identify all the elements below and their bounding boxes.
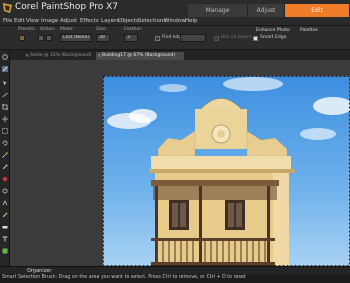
tool-options-bar: Presets: Action: Mode: Last (None) Size:… xyxy=(0,26,350,50)
status-bar: Smart Selection Brush: Drag on the area … xyxy=(0,274,350,283)
presets-label: Presets: xyxy=(18,27,36,32)
app-title: Corel PaintShop Pro X7 xyxy=(15,2,118,12)
menu-selections[interactable]: Selections xyxy=(138,17,166,26)
building-photo[interactable] xyxy=(103,76,350,266)
move-tool-icon[interactable] xyxy=(2,116,8,122)
shape-tool-icon[interactable] xyxy=(2,248,8,254)
text-tool-icon[interactable] xyxy=(2,236,8,242)
tab-manage[interactable]: Manage xyxy=(188,4,248,17)
menu-layers[interactable]: Layers xyxy=(101,17,119,26)
title-bar: Corel PaintShop Pro X7 Manage Adjust Edi… xyxy=(0,0,350,17)
action-remove-icon[interactable] xyxy=(46,35,52,41)
image-canvas[interactable] xyxy=(103,76,350,266)
doc-tab-building[interactable]: × Building17 @ 67% (Background) xyxy=(96,52,184,60)
corel-logo-icon xyxy=(3,3,12,13)
magic-wand-icon[interactable] xyxy=(2,152,8,158)
tab-adjust[interactable]: Adjust xyxy=(248,4,285,17)
crop-tool-icon[interactable] xyxy=(2,104,8,110)
freehand-selection-icon[interactable] xyxy=(2,140,8,146)
smart-edge-label: Smart Edge xyxy=(260,35,287,40)
menu-file[interactable]: File xyxy=(3,17,12,26)
presets-icon[interactable] xyxy=(19,35,25,41)
selection-tool-icon[interactable] xyxy=(2,128,8,134)
pick-tool-icon[interactable] xyxy=(2,80,8,86)
tools-toolbar xyxy=(0,50,10,266)
find-edge-checkbox[interactable] xyxy=(155,36,160,41)
size-field[interactable]: 30 xyxy=(96,34,110,42)
edge-mode-select[interactable] xyxy=(180,34,206,42)
paint-brush-icon[interactable] xyxy=(2,212,8,218)
tab-close-icon[interactable]: × xyxy=(97,52,101,60)
feather-label: Feather: xyxy=(124,27,143,32)
palettes-menu[interactable]: Palettes xyxy=(300,28,318,33)
feather-field[interactable]: 3 xyxy=(124,34,138,42)
action-label: Action: xyxy=(40,27,56,32)
tab-close-icon[interactable]: × xyxy=(25,52,29,60)
action-add-icon[interactable] xyxy=(38,35,44,41)
makeover-tool-icon[interactable] xyxy=(2,188,8,194)
red-eye-tool-icon[interactable] xyxy=(2,176,8,182)
tab-edit[interactable]: Edit xyxy=(285,4,350,17)
image-workspace xyxy=(10,60,350,266)
eraser-tool-icon[interactable] xyxy=(2,224,8,230)
enhance-photo-menu[interactable]: Enhance Photo xyxy=(256,28,290,33)
mode-label: Mode: xyxy=(60,27,74,32)
menu-help[interactable]: Help xyxy=(185,17,198,26)
smart-edge-checkbox[interactable] xyxy=(253,36,258,41)
use-all-layers-checkbox[interactable] xyxy=(214,36,219,41)
mode-select[interactable]: Last (None) xyxy=(60,34,92,42)
document-tab-bar: × Smile @ 33% (Background) × Building17 … xyxy=(10,51,350,60)
pan-tool-icon[interactable] xyxy=(2,54,8,60)
doc-tab-smile[interactable]: × Smile @ 33% (Background) xyxy=(24,52,94,60)
menu-image[interactable]: Image xyxy=(41,17,58,26)
menu-window[interactable]: Window xyxy=(164,17,186,26)
size-label: Size: xyxy=(96,27,107,32)
selection-brush-icon[interactable] xyxy=(2,66,8,72)
status-text: Smart Selection Brush: Drag on the area … xyxy=(2,275,246,280)
dropper-tool-icon[interactable] xyxy=(2,164,8,170)
doc-tab-building-label: Building17 @ 67% (Background) xyxy=(102,53,176,58)
straighten-tool-icon[interactable] xyxy=(2,92,8,98)
use-all-layers-label: Use all layers xyxy=(221,35,252,40)
clone-brush-icon[interactable] xyxy=(2,200,8,206)
menu-adjust[interactable]: Adjust xyxy=(60,17,77,26)
doc-tab-smile-label: Smile @ 33% (Background) xyxy=(30,53,92,58)
organizer-palette-bar[interactable]: Organizer xyxy=(0,266,350,274)
menu-objects[interactable]: Objects xyxy=(118,17,139,26)
menu-view[interactable]: View xyxy=(26,17,39,26)
menu-edit[interactable]: Edit xyxy=(14,17,25,26)
menu-bar: File Edit View Image Adjust Effects Laye… xyxy=(0,17,350,26)
menu-effects[interactable]: Effects xyxy=(80,17,99,26)
